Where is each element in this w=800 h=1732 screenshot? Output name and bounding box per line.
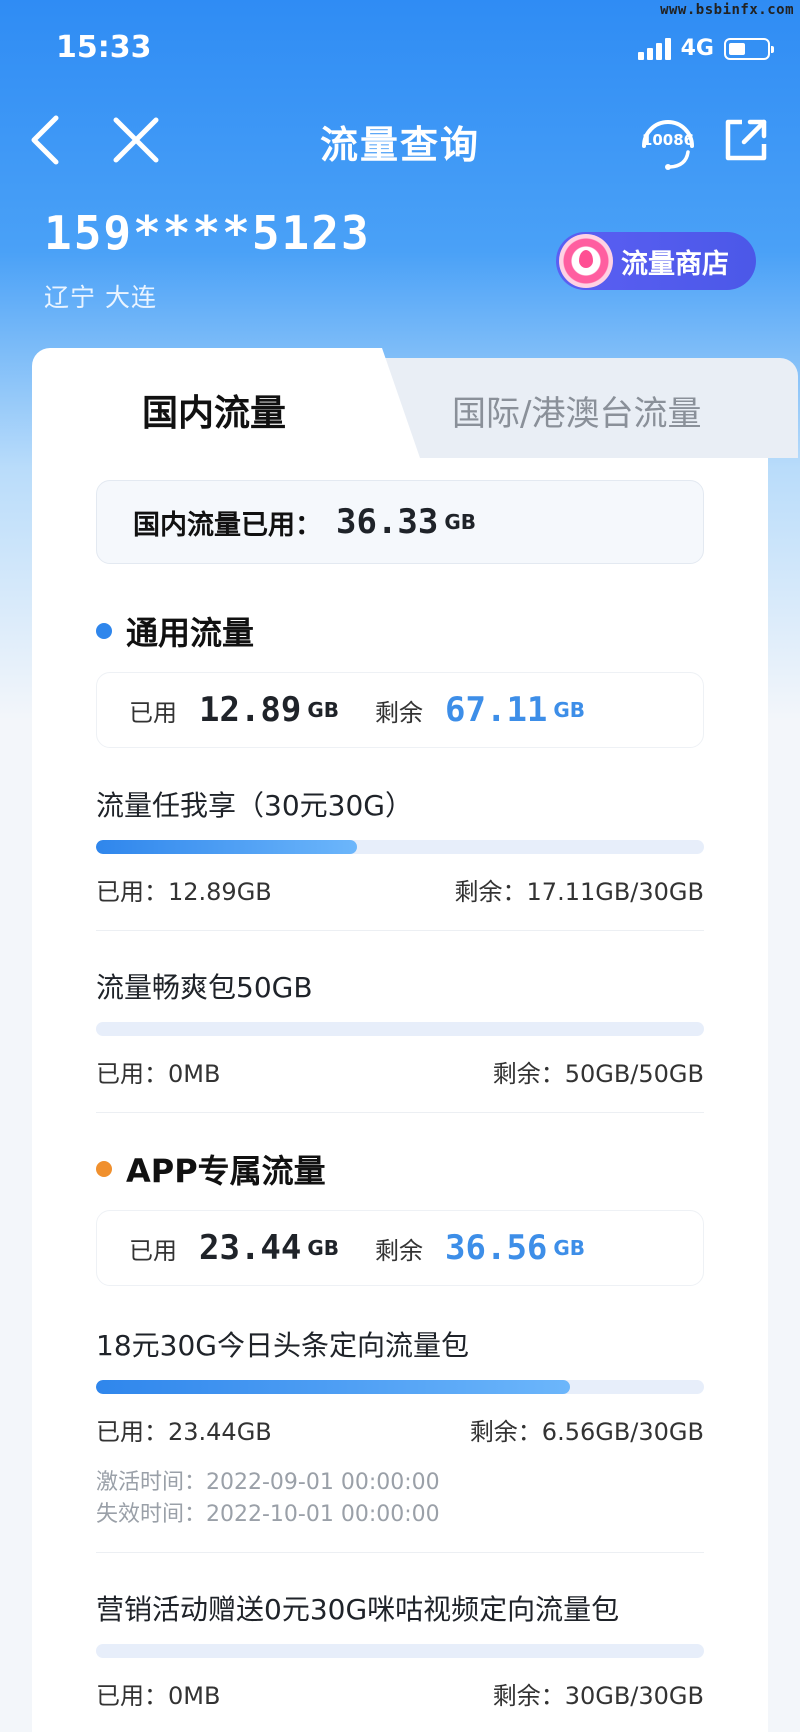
app-summary-box: 已用 23.44 GB 剩余 36.56 GB <box>96 1210 704 1286</box>
general-used-value: 12.89 <box>199 690 302 730</box>
package-progress-fill <box>96 840 358 854</box>
total-unit: GB <box>444 510 477 534</box>
divider <box>96 930 704 931</box>
status-time: 15:33 <box>56 30 152 65</box>
blue-dot-icon <box>96 623 112 639</box>
general-title-text: 通用流量 <box>126 614 255 652</box>
app-remain-label: 剩余 <box>375 1236 424 1265</box>
data-shop-button[interactable]: 流量商店 <box>556 232 756 290</box>
phone-number: 159****5123 <box>44 206 371 260</box>
share-icon[interactable] <box>722 116 770 164</box>
general-remain-value: 67.11 <box>445 690 548 730</box>
package-progress-fill <box>96 1380 571 1394</box>
general-remain-label: 剩余 <box>375 698 424 727</box>
battery-icon <box>724 37 774 60</box>
app-used-label: 已用 <box>129 1236 177 1265</box>
tab-domestic-label: 国内流量 <box>142 393 287 434</box>
package-used: 已用：23.44GB <box>96 1418 272 1446</box>
data-shop-label: 流量商店 <box>621 248 729 280</box>
general-used-label: 已用 <box>129 698 177 727</box>
package-used: 已用：12.89GB <box>96 878 272 906</box>
package-progress-bar <box>96 840 704 854</box>
package-name: 18元30G今日头条定向流量包 <box>96 1329 469 1362</box>
orange-dot-icon <box>96 1161 112 1177</box>
divider <box>96 1112 704 1113</box>
package-progress-bar <box>96 1380 704 1394</box>
package-remain: 剩余：17.11GB/30GB <box>454 878 704 906</box>
app-remain-unit: GB <box>553 1236 586 1260</box>
app-used-unit: GB <box>307 1236 340 1260</box>
app-remain-value: 36.56 <box>445 1228 548 1268</box>
package-usage-row: 已用：0MB 剩余：30GB/30GB <box>96 1676 704 1711</box>
signal-icon <box>637 37 671 60</box>
package-name: 营销活动赠送0元30G咪咕视频定向流量包 <box>96 1593 620 1626</box>
droplet-icon <box>559 234 613 288</box>
expiration-time: 失效时间：2022-10-01 00:00:00 <box>96 1502 440 1527</box>
app-title-text: APP专属流量 <box>126 1152 326 1190</box>
package-remain: 剩余：50GB/50GB <box>492 1060 704 1088</box>
package-usage-row: 已用：0MB 剩余：50GB/50GB <box>96 1054 704 1089</box>
tab-international-label: 国际/港澳台流量 <box>452 394 702 434</box>
total-value: 36.33 <box>336 502 439 542</box>
total-label: 国内流量已用： <box>133 509 322 541</box>
divider <box>96 1552 704 1553</box>
general-remain-unit: GB <box>553 698 586 722</box>
package-remain: 剩余：30GB/30GB <box>492 1682 704 1710</box>
package-name: 流量畅爽包50GB <box>96 971 313 1004</box>
network-type: 4G <box>680 36 714 61</box>
status-bar: 15:33 4G <box>0 28 800 68</box>
region: 辽宁 大连 <box>44 283 157 312</box>
activation-time: 激活时间：2022-09-01 00:00:00 <box>96 1470 440 1495</box>
nav-bar: 流量查询 10086 <box>0 100 800 180</box>
package-progress-bar <box>96 1644 704 1658</box>
status-icons: 4G <box>637 36 774 61</box>
customer-service-button[interactable]: 10086 <box>636 112 700 172</box>
package-name: 流量任我享（30元30G） <box>96 789 413 822</box>
general-summary-box: 已用 12.89 GB 剩余 67.11 GB <box>96 672 704 748</box>
general-section-title: 通用流量 <box>96 608 254 654</box>
package-usage-row: 已用：12.89GB 剩余：17.11GB/30GB <box>96 872 704 907</box>
service-number: 10086 <box>641 131 695 149</box>
package-progress-bar <box>96 1022 704 1036</box>
general-used-unit: GB <box>307 698 340 722</box>
app-section-title: APP专属流量 <box>96 1146 326 1192</box>
app-used-value: 23.44 <box>199 1228 302 1268</box>
package-usage-row: 已用：23.44GB 剩余：6.56GB/30GB <box>96 1412 704 1447</box>
package-used: 已用：0MB <box>96 1060 221 1088</box>
watermark: www.bsbinfx.com <box>660 2 794 18</box>
package-remain: 剩余：6.56GB/30GB <box>469 1418 704 1446</box>
domestic-total-box: 国内流量已用： 36.33 GB <box>96 480 704 564</box>
package-used: 已用：0MB <box>96 1682 221 1710</box>
